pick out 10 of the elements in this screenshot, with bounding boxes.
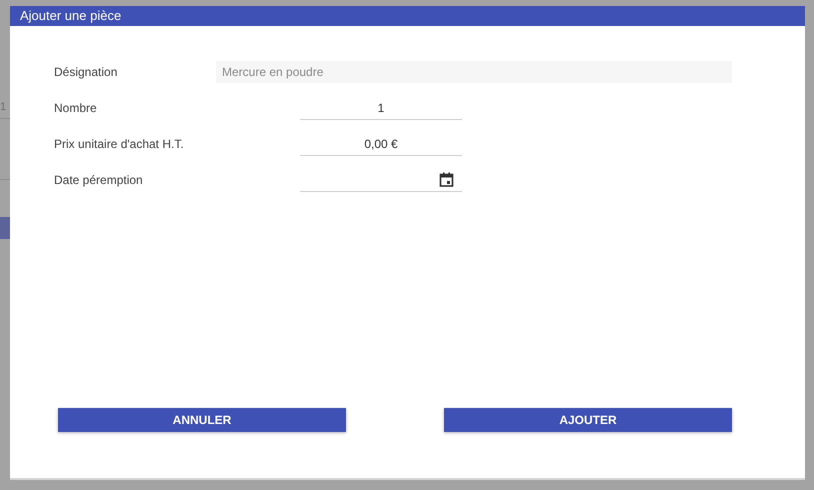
field-label: Désignation — [54, 65, 118, 79]
add-button[interactable]: AJOUTER — [444, 408, 732, 432]
field-label: Nombre — [54, 101, 98, 115]
field-label: Prix unitaire d'achat H.T. — [54, 137, 185, 151]
field-label: Date péremption — [54, 173, 144, 187]
dialog-title: Ajouter une pièce — [10, 6, 805, 26]
cancel-button[interactable]: ANNULER — [58, 408, 346, 432]
input-field[interactable]: 1 — [300, 96, 462, 120]
calendar-icon[interactable] — [439, 172, 454, 187]
input-field[interactable]: 0,00 € — [300, 132, 462, 156]
